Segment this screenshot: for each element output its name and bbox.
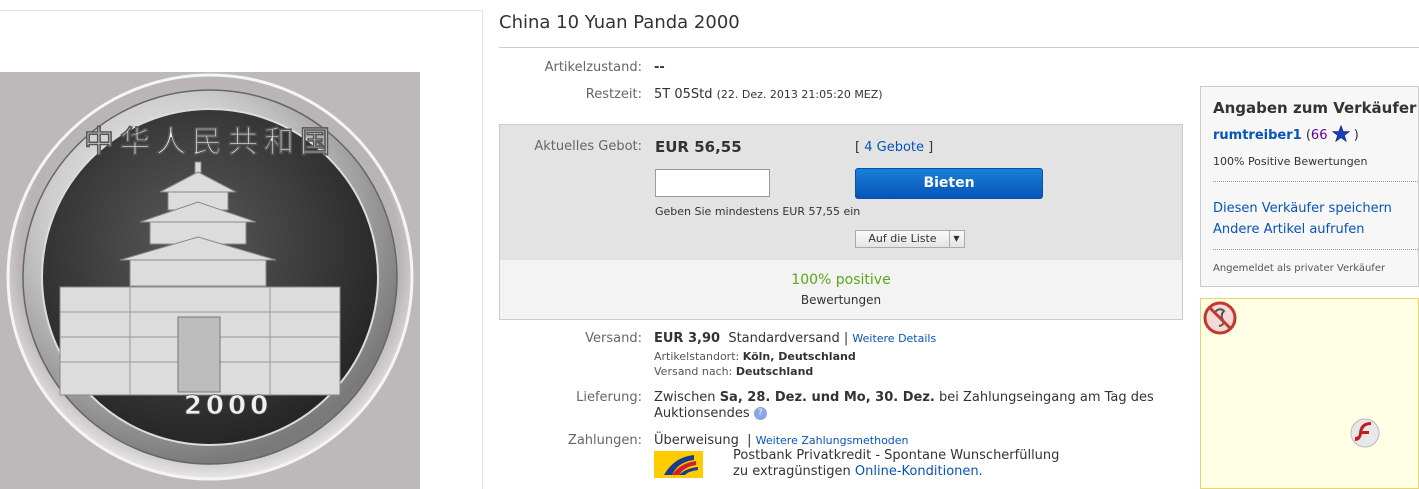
ships-to-value: Deutschland <box>735 365 814 378</box>
title-divider <box>499 47 1419 48</box>
seller-score[interactable]: 66 <box>1311 128 1328 143</box>
coin-year: 2000 <box>184 391 272 421</box>
time-left-value: 5T 05Std (22. Dez. 2013 21:05:20 MEZ) <box>654 87 883 102</box>
time-left-duration: 5T 05Std <box>654 87 713 102</box>
ratings-label: Bewertungen <box>800 293 882 307</box>
more-payment-methods-link[interactable]: Weitere Zahlungsmethoden <box>756 434 909 447</box>
credit-text: zu extragünstigen <box>733 464 851 479</box>
watch-list-label[interactable]: Auf die Liste <box>856 231 950 247</box>
payment-method: Überweisung <box>654 433 739 448</box>
delivery-line-2: Auktionsendes ? <box>654 406 767 421</box>
seller-account-type: Angemeldet als privater Verkäufer <box>1213 263 1386 274</box>
help-icon[interactable]: ? <box>753 407 767 420</box>
condition-value: -- <box>654 60 665 75</box>
ships-to-label: Versand nach: <box>654 365 733 378</box>
save-seller-link[interactable]: Diesen Verkäufer speichern <box>1213 201 1392 216</box>
seller-identity: rumtreiber1 (66 ) <box>1213 124 1359 146</box>
flash-icon[interactable] <box>1349 417 1381 449</box>
min-bid-hint: Geben Sie mindestens EUR 57,55 ein <box>655 205 861 218</box>
seller-score-close: ) <box>1353 128 1359 143</box>
item-location-value: Köln, Deutschland <box>742 350 856 363</box>
seller-divider-2 <box>1213 249 1419 250</box>
watch-list-button[interactable]: Auf die Liste ▼ <box>855 230 965 248</box>
coin-inscription: 中华人民共和国 <box>84 125 336 160</box>
seller-info-box: Angaben zum Verkäufer rumtreiber1 (66 ) … <box>1200 86 1419 287</box>
seller-heading: Angaben zum Verkäufer <box>1213 99 1417 117</box>
bid-box: Aktuelles Gebot: EUR 56,55 [ 4 Gebote ] … <box>499 124 1183 320</box>
postbank-logo-mark <box>664 455 698 475</box>
bid-amount-input[interactable] <box>655 169 770 197</box>
payment-separator: | <box>747 433 752 448</box>
shipping-details-link[interactable]: Weitere Details <box>852 332 936 345</box>
payment-label: Zahlungen: <box>567 433 642 448</box>
star-icon-shape <box>1331 124 1350 143</box>
delivery-text-1: Zwischen <box>654 390 716 405</box>
feedback-summary: 100% positive Bewertungen <box>500 260 1182 319</box>
shipping-method: Standardversand | <box>728 331 849 346</box>
seller-positive: 100% Positive Bewertungen <box>1213 155 1368 168</box>
ships-to: Versand nach: Deutschland <box>654 365 813 378</box>
bid-count: [ 4 Gebote ] <box>855 140 933 155</box>
seller-name[interactable]: rumtreiber1 <box>1213 128 1302 143</box>
star-icon <box>1331 124 1350 146</box>
bid-count-close: ] <box>928 140 934 155</box>
other-items-link[interactable]: Andere Artikel aufrufen <box>1213 222 1365 237</box>
item-photo[interactable]: 中华人民共和国 2000 <box>0 72 420 489</box>
positive-percentage: 100% positive <box>791 272 891 288</box>
blocked-plugin-icon-shape <box>1203 301 1237 335</box>
shipping-label: Versand: <box>585 331 642 346</box>
time-left-label: Restzeit: <box>585 87 642 102</box>
shipping-cost: EUR 3,90 <box>654 331 721 346</box>
item-title: China 10 Yuan Panda 2000 <box>499 12 740 33</box>
delivery-label: Lieferung: <box>576 390 642 405</box>
delivery-text-2: bei Zahlungseingang am Tag des <box>938 390 1154 405</box>
bid-count-link[interactable]: 4 Gebote <box>864 140 924 155</box>
shipping-line: EUR 3,90 Standardversand | Weitere Detai… <box>654 331 936 346</box>
seller-divider-1 <box>1213 181 1419 182</box>
condition-label: Artikelzustand: <box>544 60 642 75</box>
flash-icon-shape <box>1350 418 1380 448</box>
bid-count-open: [ <box>855 140 861 155</box>
delivery-line-1: Zwischen Sa, 28. Dez. und Mo, 30. Dez. b… <box>654 390 1154 405</box>
current-bid-value: EUR 56,55 <box>655 138 742 156</box>
coin-image: 中华人民共和国 2000 <box>6 73 414 481</box>
credit-conditions-link[interactable]: Online-Konditionen. <box>855 464 983 479</box>
time-left-end: (22. Dez. 2013 21:05:20 MEZ) <box>716 88 883 101</box>
credit-line-1: Postbank Privatkredit - Spontane Wunsche… <box>733 448 1060 463</box>
postbank-logo[interactable] <box>654 451 703 478</box>
ad-placeholder <box>1200 298 1419 489</box>
item-location-label: Artikelstandort: <box>654 350 740 363</box>
item-location: Artikelstandort: Köln, Deutschland <box>654 350 856 363</box>
delivery-text-3: Auktionsendes <box>654 406 750 421</box>
place-bid-button[interactable]: Bieten <box>855 168 1043 199</box>
delivery-dates: Sa, 28. Dez. und Mo, 30. Dez. <box>719 390 935 405</box>
blocked-plugin-icon[interactable] <box>1203 301 1237 335</box>
chevron-down-icon[interactable]: ▼ <box>949 231 964 247</box>
credit-line-2: zu extragünstigen Online-Konditionen. <box>733 464 983 479</box>
current-bid-label: Aktuelles Gebot: <box>534 139 642 154</box>
payment-line: Überweisung | Weitere Zahlungsmethoden <box>654 433 909 448</box>
